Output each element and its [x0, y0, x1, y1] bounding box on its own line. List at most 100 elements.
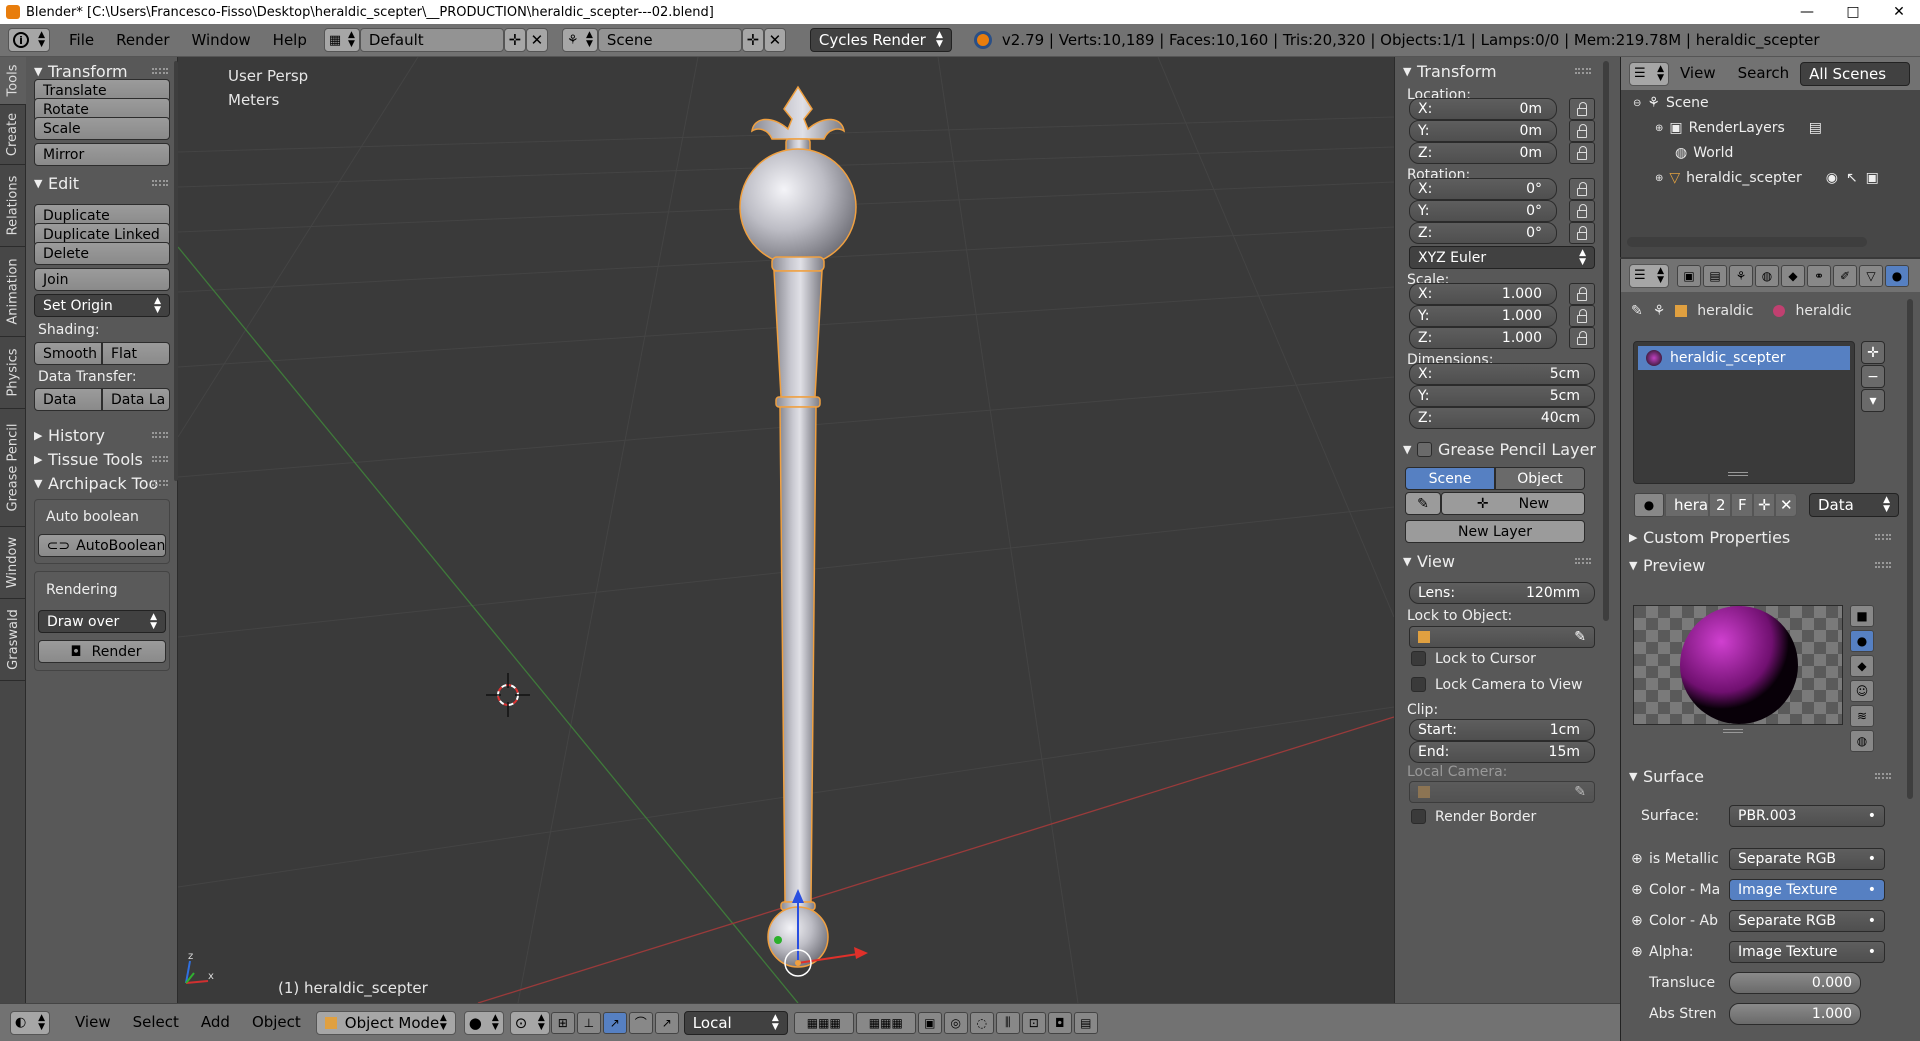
drag-grip-icon[interactable] [152, 432, 168, 438]
fake-user-toggle[interactable]: F [1731, 493, 1753, 517]
location-z-field[interactable]: Z: 0m [1409, 142, 1557, 164]
material-link-select[interactable]: Data ▲ ▼ [1809, 493, 1899, 517]
dimension-y-field[interactable]: Y: 5cm [1409, 385, 1595, 407]
list-resize-grip-icon[interactable] [1728, 472, 1748, 476]
clip-end-field[interactable]: End: 15m [1409, 741, 1595, 763]
snap-target-icon[interactable]: ⊡ [1021, 1011, 1046, 1034]
lock-icon[interactable] [1569, 142, 1595, 164]
grease-pencil-panel-header[interactable]: ▼ Grease Pencil Layer [1395, 435, 1601, 463]
draw-over-select[interactable]: Draw over ▲ ▼ [38, 610, 166, 633]
lens-field[interactable]: Lens: 120mm [1409, 582, 1595, 604]
grease-object-tab[interactable]: Object [1495, 467, 1585, 490]
data-tab-icon[interactable]: ▽ [1859, 264, 1883, 287]
rotation-y-field[interactable]: Y: 0° [1409, 200, 1557, 222]
view-panel-header[interactable]: ▼ View [1395, 547, 1601, 575]
tab-graswald[interactable]: Graswald [0, 599, 26, 681]
viewport-menu-select[interactable]: Select [122, 1006, 190, 1039]
scale-y-field[interactable]: Y: 1.000 [1409, 305, 1557, 327]
lock-object-field[interactable]: ✎ [1409, 626, 1595, 648]
menu-file[interactable]: File [58, 24, 105, 57]
edit-panel-header[interactable]: ▼ Edit [26, 169, 178, 197]
render-button[interactable]: ◘ Render [38, 640, 166, 663]
minimize-button[interactable]: — [1784, 0, 1830, 24]
maximize-button[interactable]: □ [1830, 0, 1876, 24]
render-layers-tab-icon[interactable]: ▤ [1703, 264, 1727, 287]
lock-icon[interactable] [1569, 222, 1595, 244]
drag-grip-icon[interactable] [1875, 534, 1891, 540]
n-panel-scrollbar[interactable] [1603, 61, 1609, 621]
grease-scene-tab[interactable]: Scene [1405, 467, 1495, 490]
layers-grid-1[interactable]: ▦▦▦ [793, 1011, 854, 1034]
lock-icon[interactable] [1569, 120, 1595, 142]
snap-magnet-icon[interactable]: ◌ [969, 1011, 994, 1034]
lock-camera-checkbox[interactable] [1411, 677, 1426, 692]
scale-z-field[interactable]: Z: 1.000 [1409, 327, 1557, 349]
material-slot-row[interactable]: heraldic_scepter [1638, 346, 1850, 370]
material-users-count[interactable]: 2 [1709, 493, 1731, 517]
abs-strength-slider[interactable]: 1.000 [1729, 1003, 1861, 1025]
new-material-button[interactable]: ✛ [1753, 493, 1775, 517]
unlink-material-button[interactable]: ✕ [1775, 493, 1797, 517]
join-button[interactable]: Join [34, 268, 170, 291]
preview-world-icon[interactable]: ◍ [1850, 730, 1874, 752]
render-engine-select[interactable]: Cycles Render ▲ ▼ [809, 28, 952, 52]
archipack-panel-header[interactable]: ▼ Archipack Too [26, 469, 178, 497]
lock-cursor-checkbox[interactable] [1411, 651, 1426, 666]
translate-manipulator-icon[interactable]: ⊥ [576, 1011, 601, 1034]
close-button[interactable]: ✕ [1876, 0, 1920, 24]
input-toggle-icon[interactable]: ⊕ [1631, 851, 1643, 867]
material-name-field[interactable]: hera [1665, 493, 1709, 517]
input-toggle-icon[interactable]: ⊕ [1631, 944, 1643, 960]
data-transfer-button[interactable]: Data [34, 388, 102, 411]
scale-button[interactable]: Scale [34, 117, 170, 140]
surface-panel-header[interactable]: ▼ Surface [1621, 762, 1901, 790]
preview-resize-grip-icon[interactable] [1723, 729, 1743, 733]
outliner-display-mode[interactable]: All Scenes [1800, 61, 1911, 86]
add-scene-button[interactable]: ✛ [741, 28, 764, 52]
input-color-ma-field[interactable]: Image Texture • [1729, 879, 1885, 901]
outliner-row-world[interactable]: ◍ World [1621, 143, 1917, 163]
custom-properties-header[interactable]: ▶ Custom Properties [1621, 523, 1901, 551]
shading-mode-select[interactable]: ● ▲ ▼ [463, 1010, 504, 1035]
input-alpha-field[interactable]: Image Texture • [1729, 941, 1885, 963]
constraints-tab-icon[interactable]: ⚭ [1807, 264, 1831, 287]
layout-name-field[interactable]: Default [359, 28, 504, 52]
lock-layers-icon[interactable]: ▣ [917, 1011, 942, 1034]
outliner-menu-view[interactable]: View [1669, 57, 1727, 90]
heraldic-scepter-object[interactable] [739, 85, 857, 968]
orientation-icon[interactable]: ↗ [654, 1011, 679, 1034]
preview-monkey-icon[interactable]: ☺ [1850, 680, 1874, 702]
snap-element-icon[interactable]: ⫼ [995, 1011, 1020, 1034]
viewport-menu-object[interactable]: Object [241, 1006, 312, 1039]
layers-grid-2[interactable]: ▦▦▦ [855, 1011, 916, 1034]
add-slot-button[interactable]: ✛ [1861, 341, 1885, 364]
visibility-eye-icon[interactable]: ◉ [1826, 170, 1838, 186]
outliner-row-object[interactable]: ⊕ ▽ heraldic_scepter ◉ ↖ ▣ [1621, 168, 1917, 188]
lock-icon[interactable] [1569, 283, 1595, 305]
lock-icon[interactable] [1569, 178, 1595, 200]
shade-flat-button[interactable]: Flat [102, 342, 170, 365]
rotation-mode-select[interactable]: XYZ Euler ▲ ▼ [1409, 246, 1595, 269]
translucency-slider[interactable]: 0.000 [1729, 972, 1861, 994]
lock-icon[interactable] [1569, 327, 1595, 349]
selectable-cursor-icon[interactable]: ↖ [1846, 170, 1858, 186]
grease-brush-select[interactable]: ✎ [1405, 492, 1441, 515]
opengl-animation-icon[interactable]: ▤ [1073, 1011, 1098, 1034]
3d-viewport[interactable]: x z User Persp Meters (1) heraldic_scept… [178, 57, 1394, 1003]
drag-grip-icon[interactable] [1875, 773, 1891, 779]
material-browse-button[interactable]: ● [1634, 493, 1664, 517]
object-tab-icon[interactable]: ◆ [1781, 264, 1805, 287]
mode-select[interactable]: Object Mode ▲ ▼ [315, 1010, 456, 1035]
preview-panel-header[interactable]: ▼ Preview [1621, 551, 1901, 579]
preview-sphere-icon[interactable]: ● [1850, 630, 1874, 652]
drag-grip-icon[interactable] [1575, 68, 1591, 74]
scale-manipulator-icon[interactable]: ⌒ [628, 1011, 653, 1034]
input-metallic-field[interactable]: Separate RGB • [1729, 848, 1885, 870]
mirror-button[interactable]: Mirror [34, 143, 170, 166]
shade-smooth-button[interactable]: Smooth [34, 342, 102, 365]
set-origin-select[interactable]: Set Origin ▲ ▼ [34, 294, 170, 317]
drag-grip-icon[interactable] [152, 68, 168, 74]
pivot-point-select[interactable]: ⊙ ▲ ▼ [509, 1010, 550, 1035]
drag-grip-icon[interactable] [152, 456, 168, 462]
outliner-editor-type[interactable]: ☰ ▲ ▼ [1629, 61, 1669, 86]
